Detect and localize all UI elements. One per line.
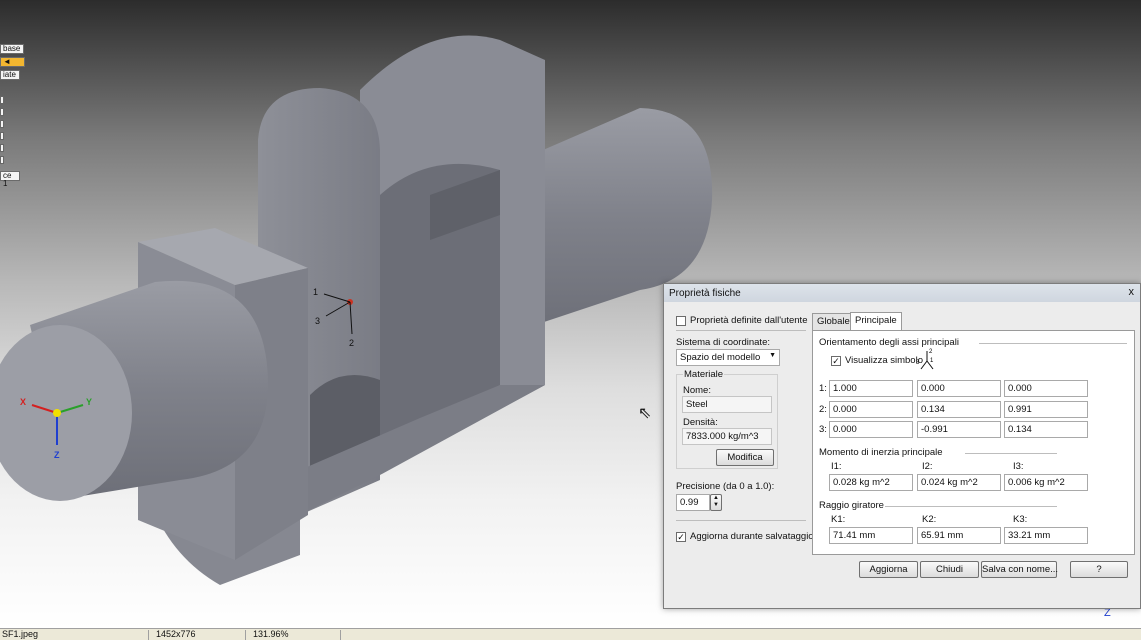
tab-globale[interactable]: Globale (812, 313, 855, 330)
gyration-label: K3: (1013, 514, 1028, 525)
orientation-header: Orientamento degli assi principali (819, 337, 959, 348)
matrix-cell[interactable]: 0.000 (829, 421, 913, 438)
matrix-cell[interactable]: -0.991 (917, 421, 1001, 438)
dialog-title: Proprietà fisiche (669, 288, 741, 299)
close-button[interactable]: Chiudi (920, 561, 979, 578)
matrix-cell[interactable]: 0.000 (1004, 380, 1088, 397)
save-as-button[interactable]: Salva con nome... (981, 561, 1058, 578)
toolbar-date-button[interactable]: iate (0, 70, 20, 80)
status-zoom: 131.96% (253, 629, 289, 639)
gyration-field[interactable]: 65.91 mm (917, 527, 1001, 544)
inertia-label: I2: (922, 461, 933, 472)
coord-system-value: Spazio del modello (680, 352, 761, 363)
svg-text:1: 1 (930, 358, 934, 364)
divider (979, 343, 1127, 344)
x-axis-label: X (20, 397, 27, 407)
matrix-cell[interactable]: 0.000 (829, 401, 913, 418)
svg-text:2: 2 (929, 349, 933, 355)
checkmark-icon: ✓ (677, 532, 685, 542)
precision-input[interactable]: 0.99 (676, 494, 710, 511)
show-symbol-label: Visualizza simbolo (845, 355, 923, 366)
inertia-label: I3: (1013, 461, 1024, 472)
triad-label-1: 1 (313, 287, 319, 297)
toolbar-tick[interactable] (0, 156, 4, 164)
toolbar-tick[interactable] (0, 96, 4, 104)
axes-symbol-icon: 2 3 1 (916, 349, 934, 370)
inertia-label: I1: (831, 461, 842, 472)
inertia-header: Momento di inerzia principale (819, 447, 943, 458)
status-image-size: 1452x776 (156, 629, 196, 639)
gyration-header: Raggio giratore (819, 500, 884, 511)
coord-system-select[interactable]: Spazio del modello ▼ (676, 349, 780, 366)
update-button[interactable]: Aggiorna (859, 561, 918, 578)
mouse-cursor-icon: ⇖ (638, 405, 652, 422)
inertia-field[interactable]: 0.028 kg m^2 (829, 474, 913, 491)
name-label: Nome: (683, 385, 711, 396)
spinner-arrows-icon: ▲ ▼ (713, 495, 719, 508)
matrix-cell[interactable]: 0.134 (917, 401, 1001, 418)
status-filename: SF1.jpeg (2, 629, 39, 639)
divider (885, 506, 1057, 507)
triad-label-3: 3 (315, 316, 321, 326)
z-axis-label: Z (54, 450, 60, 460)
density-label: Densità: (683, 417, 718, 428)
divider (676, 520, 806, 521)
principal-tab-panel: Orientamento degli assi principali ✓ Vis… (812, 330, 1135, 555)
toolbar-tick[interactable] (0, 144, 4, 152)
gyration-label: K1: (831, 514, 846, 525)
matrix-row-label: 2: (819, 404, 827, 415)
toolbar-tick[interactable] (0, 120, 4, 128)
close-icon[interactable]: x (1129, 286, 1135, 298)
triad-label-2: 2 (349, 338, 355, 348)
matrix-cell[interactable]: 1.000 (829, 380, 913, 397)
arrow-left-icon: ◄ (3, 57, 11, 66)
matrix-row-label: 1: (819, 383, 827, 394)
material-name-field: Steel (682, 396, 772, 413)
gyration-field[interactable]: 71.41 mm (829, 527, 913, 544)
user-defined-checkbox[interactable] (676, 316, 686, 326)
toolbar-back-button[interactable]: ◄ (0, 57, 25, 67)
status-divider (245, 630, 246, 640)
update-on-save-checkbox[interactable]: ✓ (676, 532, 686, 542)
status-divider (148, 630, 149, 640)
toolbar-tick[interactable] (0, 108, 4, 116)
inertia-field[interactable]: 0.024 kg m^2 (917, 474, 1001, 491)
density-field: 7833.000 kg/m^3 (682, 428, 772, 445)
status-divider (340, 630, 341, 640)
help-button[interactable]: ? (1070, 561, 1128, 578)
precision-spinner[interactable]: ▲ ▼ (710, 494, 722, 511)
y-axis-label: Y (86, 397, 93, 407)
show-symbol-checkbox[interactable]: ✓ (831, 356, 841, 366)
divider (965, 453, 1057, 454)
gyration-label: K2: (922, 514, 937, 525)
status-bar: SF1.jpeg 1452x776 131.96% (0, 628, 1141, 640)
matrix-cell[interactable]: 0.000 (917, 380, 1001, 397)
matrix-row-label: 3: (819, 424, 827, 435)
update-on-save-label: Aggiorna durante salvataggio (690, 531, 814, 542)
toolbar-base-button[interactable]: base (0, 44, 24, 54)
physical-properties-dialog: Proprietà fisiche x Proprietà definite d… (663, 283, 1141, 609)
chevron-down-icon: ▼ (769, 352, 776, 359)
toolbar-tick[interactable] (0, 132, 4, 140)
svg-text:3: 3 (916, 360, 920, 366)
divider (676, 330, 806, 331)
dialog-titlebar[interactable]: Proprietà fisiche x (664, 284, 1140, 302)
tab-principale[interactable]: Principale (850, 312, 902, 330)
matrix-cell[interactable]: 0.991 (1004, 401, 1088, 418)
checkmark-icon: ✓ (832, 356, 840, 366)
matrix-cell[interactable]: 0.134 (1004, 421, 1088, 438)
material-group-label: Materiale (683, 369, 725, 380)
precision-label: Precisione (da 0 a 1.0): (676, 481, 775, 492)
gyration-field[interactable]: 33.21 mm (1004, 527, 1088, 544)
user-defined-label: Proprietà definite dall'utente (690, 315, 808, 326)
coord-system-label: Sistema di coordinate: (676, 337, 770, 348)
modify-button[interactable]: Modifica (716, 449, 774, 466)
toolbar-ce1-button[interactable]: ce 1 (0, 171, 20, 188)
inertia-field[interactable]: 0.006 kg m^2 (1004, 474, 1088, 491)
